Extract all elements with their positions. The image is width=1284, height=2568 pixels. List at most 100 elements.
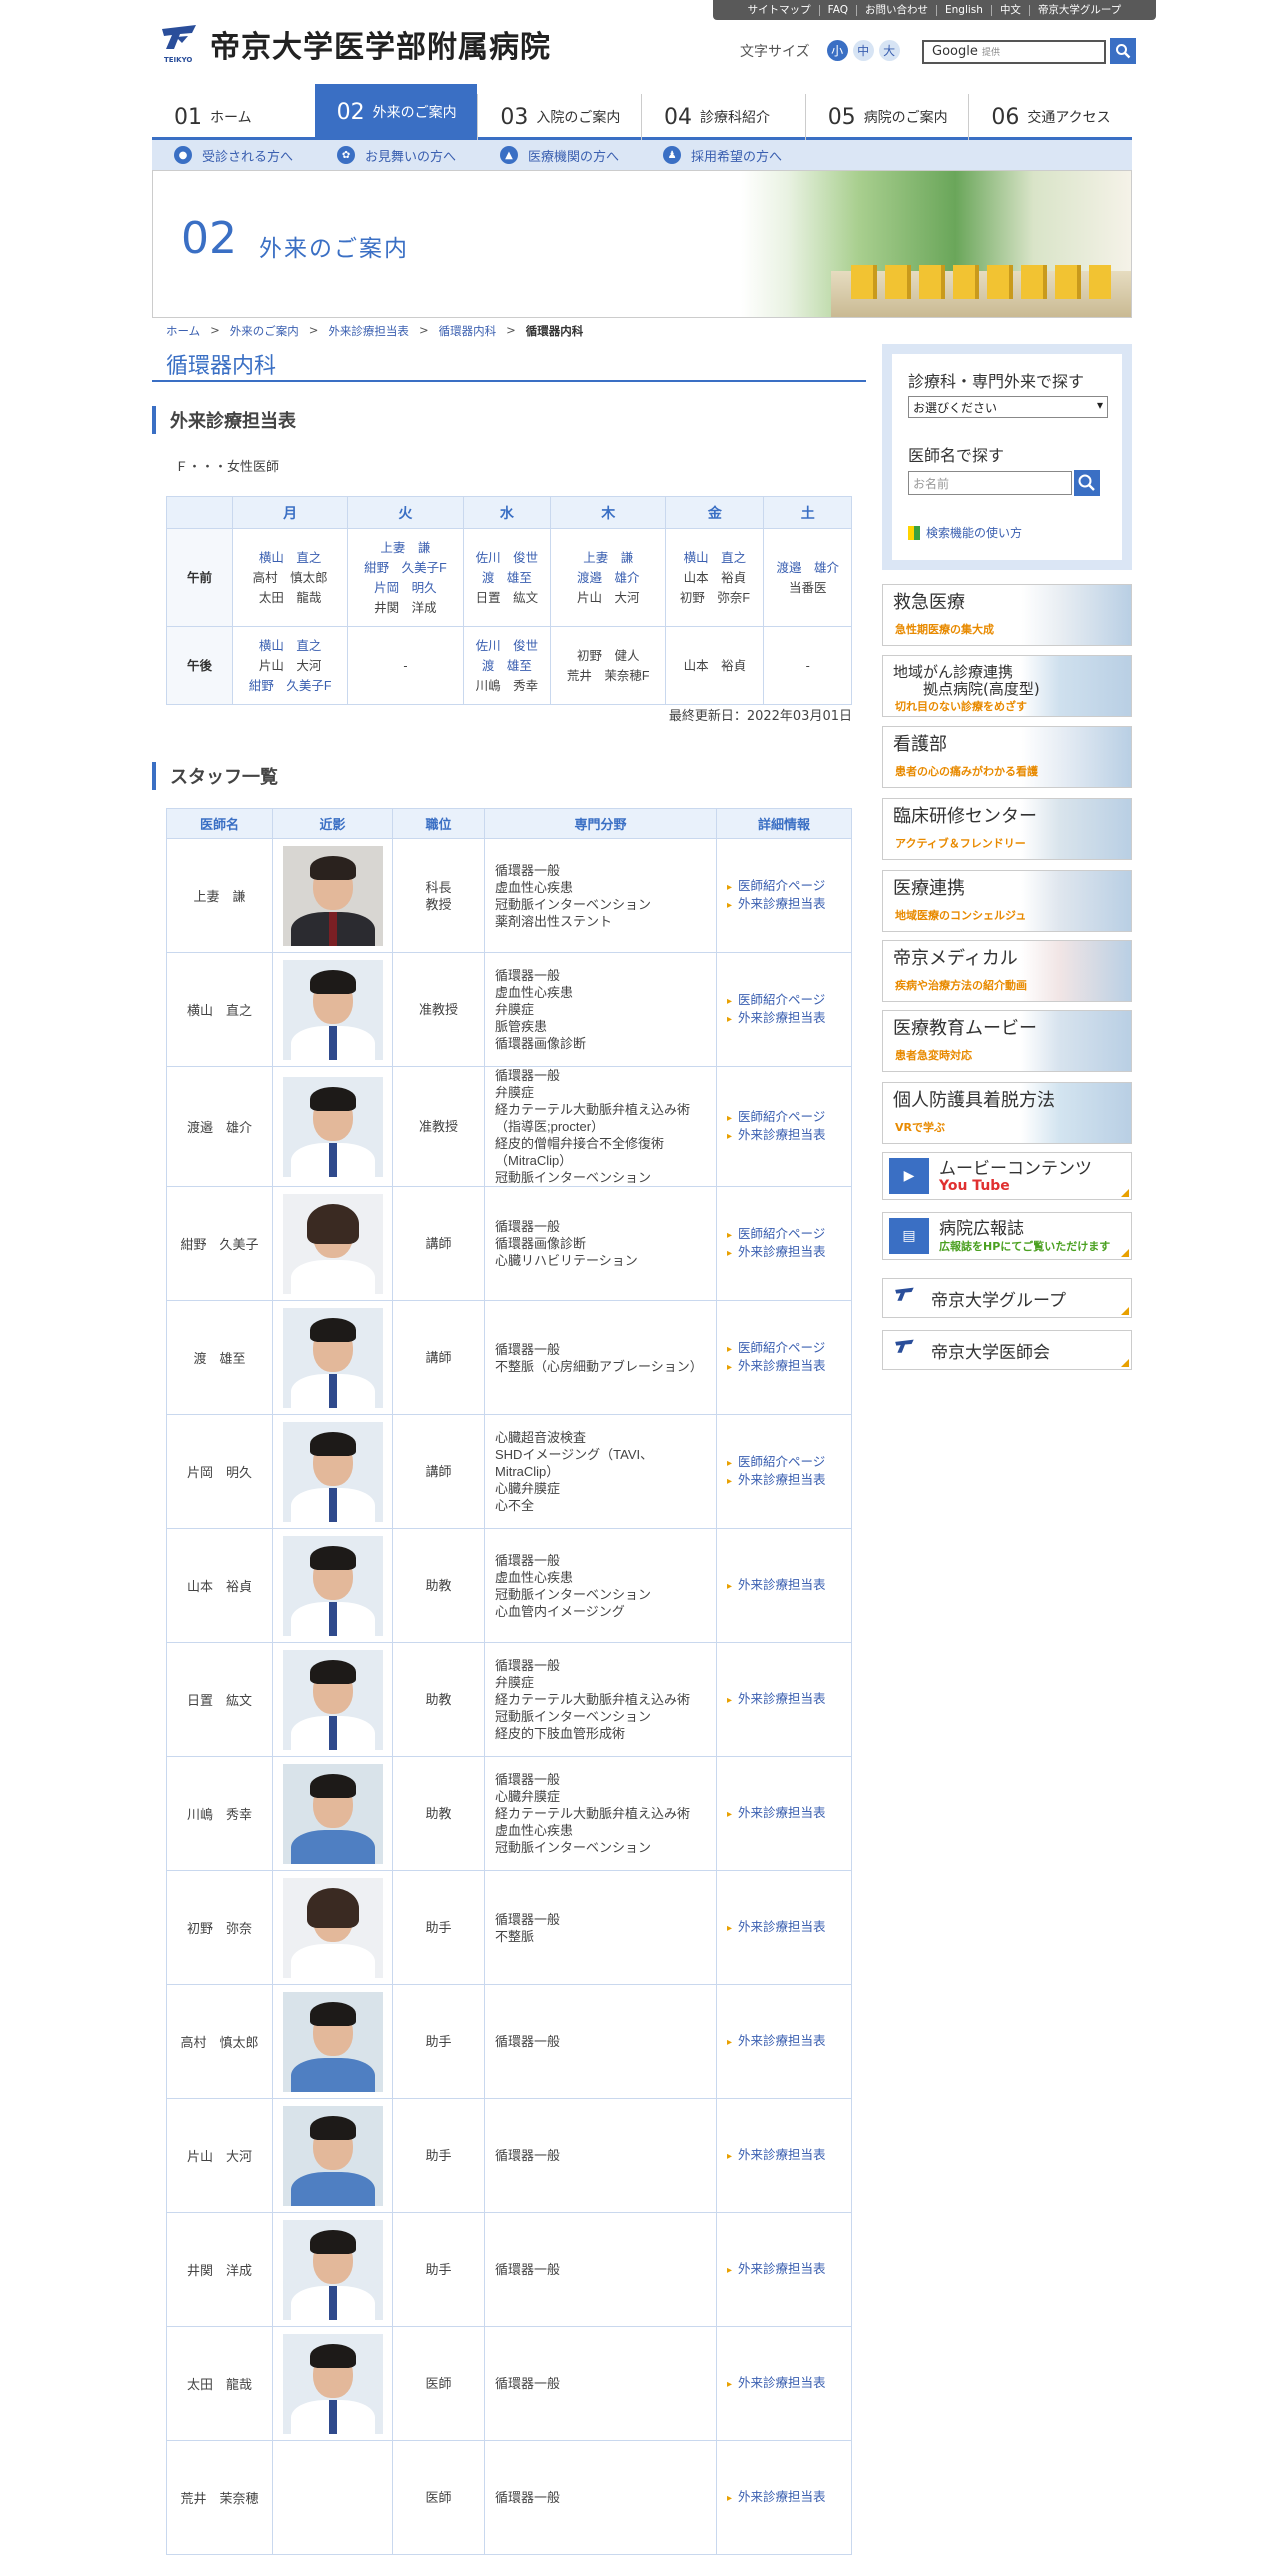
font-size-medium-button[interactable]: 中: [852, 40, 874, 61]
sidebar-banner[interactable]: 医療連携 地域医療のコンシェルジュ: [882, 870, 1132, 932]
nav-home[interactable]: 01 ホーム: [152, 94, 315, 140]
doctor-link[interactable]: 紺野 久美子F: [233, 676, 347, 696]
schedule-link[interactable]: 外来診療担当表: [727, 896, 851, 914]
sidebar-banner[interactable]: 看護部患者の心の痛みがわかる看護: [882, 726, 1132, 788]
teikyo-group-banner[interactable]: 帝京大学グループ: [882, 1278, 1132, 1318]
movie-contents-banner[interactable]: ▶ ムービーコンテンツ You Tube: [882, 1152, 1132, 1200]
staff-photo: [282, 1307, 383, 1408]
sidebar-banner[interactable]: 臨床研修センター アクティブ＆フレンドリー: [882, 798, 1132, 860]
breadcrumb-schedule[interactable]: 外来診療担当表: [328, 323, 409, 339]
staff-specialty: 循環器一般: [484, 2098, 717, 2213]
nav-departments[interactable]: 04 診療科紹介: [641, 94, 805, 140]
util-link-english[interactable]: English: [936, 4, 991, 16]
pr-magazine-banner[interactable]: ▤ 病院広報誌 広報誌をHPにてご覧いただけます: [882, 1212, 1132, 1260]
pm-cell-木: 初野 健人 荒井 茉奈穂F: [550, 626, 667, 705]
schedule-link[interactable]: 外来診療担当表: [727, 1577, 851, 1595]
schedule-link[interactable]: 外来診療担当表: [727, 1691, 851, 1709]
util-link-chinese[interactable]: 中文: [990, 4, 1029, 16]
util-link-faq[interactable]: FAQ: [818, 4, 856, 16]
dept-select[interactable]: お選びください: [908, 396, 1108, 418]
nav-inpatient[interactable]: 03 入院のご案内: [477, 94, 641, 140]
schedule-link[interactable]: 外来診療担当表: [727, 2489, 851, 2507]
sidebar-banner[interactable]: 地域がん診療連携 拠点病院(高度型) 切れ目のない診療をめざす: [882, 655, 1132, 717]
profile-link[interactable]: 医師紹介ページ: [727, 878, 851, 896]
schedule-link[interactable]: 外来診療担当表: [727, 1358, 851, 1376]
teikyo-logo-icon: TEIKYO: [158, 23, 202, 65]
visitor-icon: ✿: [337, 146, 356, 164]
search-howto-link[interactable]: 検索機能の使い方: [908, 524, 1106, 541]
schedule-link[interactable]: 外来診療担当表: [727, 1244, 851, 1262]
nav-access[interactable]: 06 交通アクセス: [968, 94, 1132, 140]
nav-hospital-info[interactable]: 05 病院のご案内: [804, 94, 969, 140]
schedule-link[interactable]: 外来診療担当表: [727, 1472, 851, 1490]
profile-link[interactable]: 医師紹介ページ: [727, 1226, 851, 1244]
banner-image: [1021, 799, 1131, 859]
util-link-contact[interactable]: お問い合わせ: [856, 4, 936, 16]
doctor-link[interactable]: 佐川 俊世: [464, 636, 551, 656]
font-size-large-button[interactable]: 大: [878, 40, 900, 61]
site-search-input[interactable]: Google 提供: [922, 40, 1106, 64]
profile-link[interactable]: 医師紹介ページ: [727, 1109, 851, 1127]
util-link-sitemap[interactable]: サイトマップ: [740, 4, 819, 16]
breadcrumb-home[interactable]: ホーム: [166, 323, 200, 339]
sidebar-banner[interactable]: 帝京メディカル 疾病や治療方法の紹介動画: [882, 940, 1132, 1002]
subnav-medical-institutions[interactable]: ▲ 医療機関の方へ: [500, 146, 619, 165]
doctor-link[interactable]: 横山 直之: [666, 548, 763, 568]
doctor-link[interactable]: 渡邉 雄介: [551, 568, 665, 588]
schedule-link[interactable]: 外来診療担当表: [727, 2375, 851, 2393]
sidebar-banner[interactable]: 医療教育ムービー 患者急変時対応: [882, 1010, 1132, 1072]
subnav-visitors[interactable]: ✿ お見舞いの方へ: [337, 146, 456, 165]
doctor-link[interactable]: 上妻 謙: [551, 548, 665, 568]
schedule-link[interactable]: 外来診療担当表: [727, 2033, 851, 2051]
staff-row: 井関 洋成 助手循環器一般外来診療担当表: [166, 2212, 852, 2327]
staff-name: 井関 洋成: [166, 2212, 273, 2327]
staff-specialty: 循環器一般 虚血性心疾患 冠動脈インターベンション 薬剤溶出性ステント: [484, 838, 717, 953]
doctor-name-input[interactable]: お名前: [908, 471, 1072, 495]
doctor-link[interactable]: 横山 直之: [233, 548, 347, 568]
schedule-link[interactable]: 外来診療担当表: [727, 2147, 851, 2165]
doctor-link[interactable]: 横山 直之: [233, 636, 347, 656]
site-logo[interactable]: TEIKYO 帝京大学医学部附属病院: [158, 22, 551, 66]
profile-link[interactable]: 医師紹介ページ: [727, 992, 851, 1010]
banner-subtitle: 患者の心の痛みがわかる看護: [895, 765, 1038, 778]
banner-title: 看護部: [893, 734, 947, 755]
doctor-link[interactable]: 渡 雄至: [464, 656, 551, 676]
doctor-link[interactable]: 渡 雄至: [464, 568, 551, 588]
font-size-small-button[interactable]: 小: [826, 40, 848, 61]
staff-row: 片岡 明久 講師 心臓超音波検査 SHDイメージング（TAVI、MitraClip）…: [166, 1414, 852, 1529]
profile-link[interactable]: 医師紹介ページ: [727, 1454, 851, 1472]
doctor-link[interactable]: 佐川 俊世: [464, 548, 551, 568]
profile-link[interactable]: 医師紹介ページ: [727, 1340, 851, 1358]
site-search-button[interactable]: [1110, 38, 1136, 64]
sidebar-banner[interactable]: 救急医療 急性期医療の集大成: [882, 584, 1132, 646]
staff-photo-cell: [272, 1870, 393, 1985]
schedule-link[interactable]: 外来診療担当表: [727, 2261, 851, 2279]
breadcrumb-department[interactable]: 循環器内科: [439, 323, 497, 339]
schedule-link[interactable]: 外来診療担当表: [727, 1805, 851, 1823]
staff-row: 日置 紘文 助教 循環器一般 弁膜症 経カテーテル大動脈弁植え込み術 冠動脈インター…: [166, 1642, 852, 1757]
doctor-link[interactable]: 片岡 明久: [348, 578, 462, 598]
doctor-link[interactable]: 上妻 謙: [348, 538, 462, 558]
doctor-search-button[interactable]: [1074, 470, 1100, 496]
search-icon: [1078, 474, 1095, 491]
subnav-recruit[interactable]: ♟ 採用希望の方へ: [663, 146, 782, 165]
svg-text:TEIKYO: TEIKYO: [164, 56, 192, 64]
teikyo-alumni-banner[interactable]: 帝京大学医師会: [882, 1330, 1132, 1370]
schedule-link[interactable]: 外来診療担当表: [727, 1919, 851, 1937]
sidebar-banner[interactable]: 個人防護具着脱方法 VRで学ぶ: [882, 1082, 1132, 1144]
nav-outpatient[interactable]: 02 外来のご案内: [314, 84, 478, 140]
subnav-patients[interactable]: ● 受診される方へ: [174, 146, 293, 165]
doctor-link[interactable]: 紺野 久美子F: [348, 558, 462, 578]
pm-label: 午後: [166, 626, 233, 705]
doctor-link[interactable]: 渡邉 雄介: [764, 558, 851, 578]
pm-cell-土: -: [763, 626, 852, 705]
staff-rank: 助手: [392, 2212, 485, 2327]
schedule-link[interactable]: 外来診療担当表: [727, 1127, 851, 1145]
util-link-group[interactable]: 帝京大学グループ: [1028, 4, 1129, 16]
breadcrumb-outpatient[interactable]: 外来のご案内: [230, 323, 299, 339]
google-sub: 提供: [981, 48, 1000, 58]
schedule-link[interactable]: 外来診療担当表: [727, 1010, 851, 1028]
staff-rank: 助手: [392, 1984, 485, 2099]
font-size-label: 文字サイズ: [740, 43, 810, 60]
staff-row: 山本 裕貞 助教 循環器一般 虚血性心疾患 冠動脈インターベンション 心血管内イメー…: [166, 1528, 852, 1643]
